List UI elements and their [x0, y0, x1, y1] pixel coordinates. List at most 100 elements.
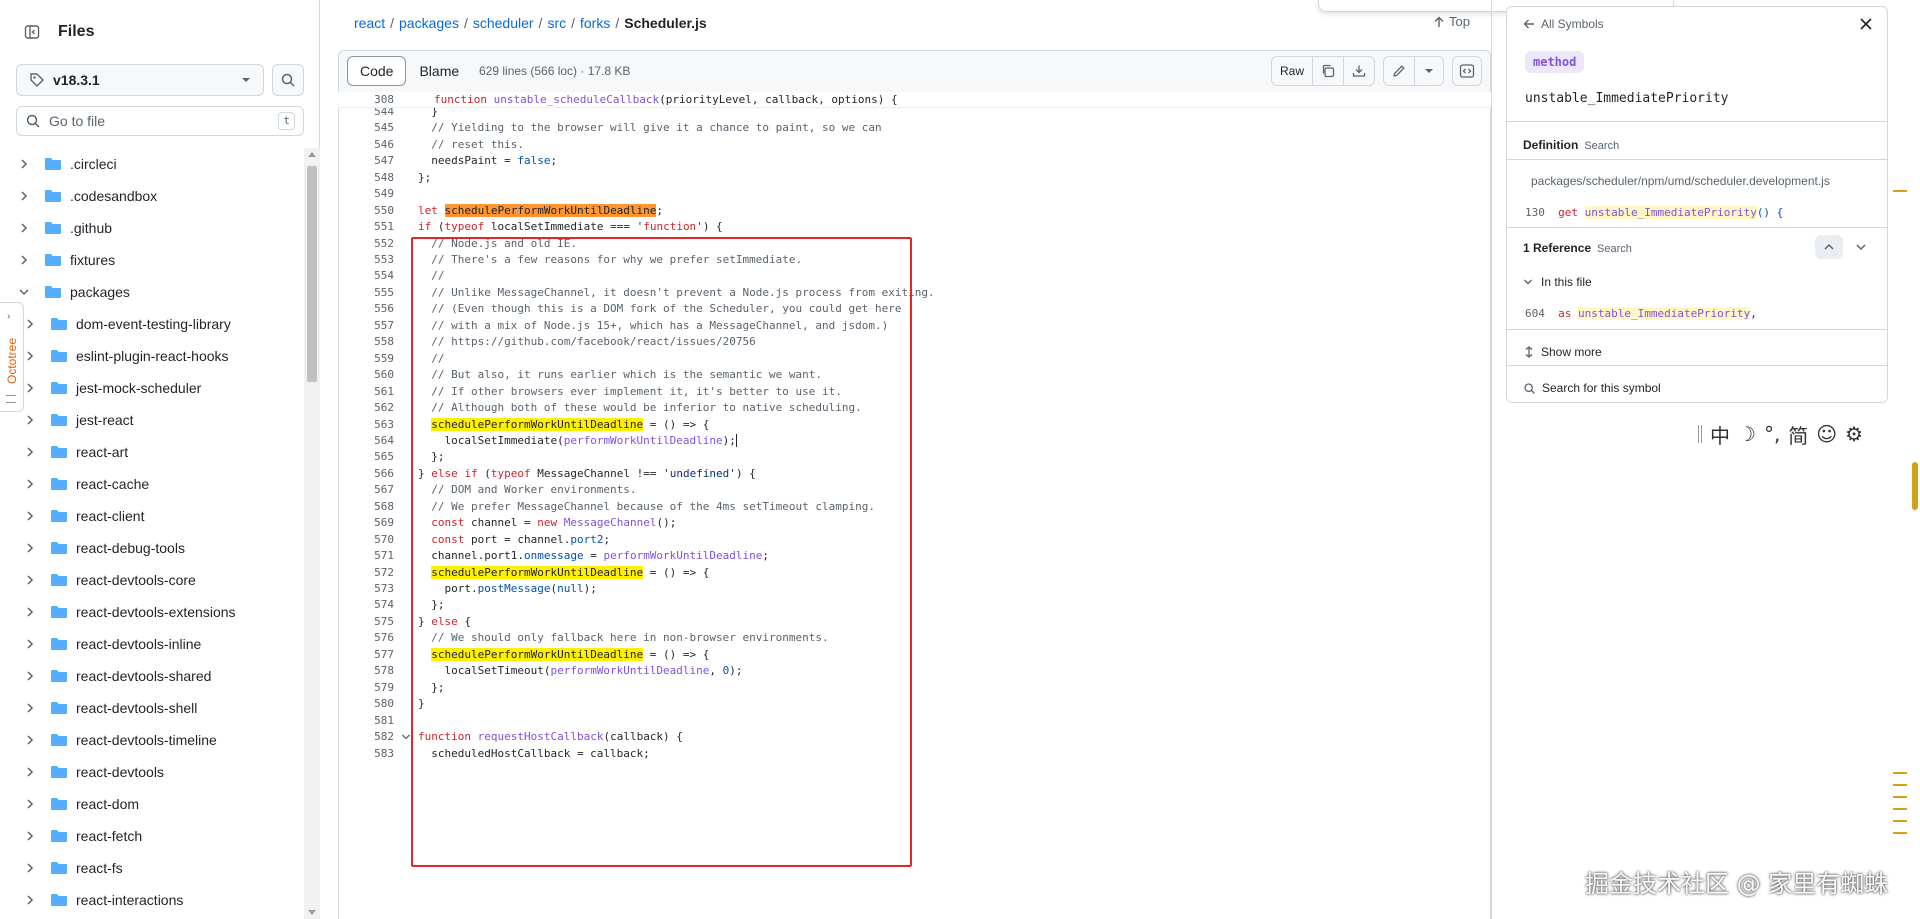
download-icon[interactable] — [1344, 57, 1374, 85]
line-number[interactable]: 555 — [338, 286, 394, 299]
tree-item-folder[interactable]: react-client — [0, 500, 300, 532]
tree-item-folder[interactable]: react-devtools-timeline — [0, 724, 300, 756]
scroll-down-arrow-icon[interactable] — [308, 910, 316, 915]
line-number[interactable]: 568 — [338, 500, 394, 513]
reference-code-line[interactable]: 604 as unstable_ImmediatePriority, — [1525, 307, 1757, 320]
chevron-right-icon[interactable] — [16, 222, 32, 234]
line-number[interactable]: 546 — [338, 138, 394, 151]
page-scroll-thumb[interactable] — [1912, 462, 1918, 510]
line-number[interactable]: 572 — [338, 566, 394, 579]
ime-simplified-mode[interactable]: 简 — [1788, 420, 1808, 449]
breadcrumb-link[interactable]: packages — [399, 15, 459, 31]
tree-item-folder[interactable]: react-art — [0, 436, 300, 468]
ime-settings-icon[interactable]: ⚙ — [1845, 422, 1863, 446]
breadcrumb-link[interactable]: src — [547, 15, 566, 31]
go-to-file-input[interactable]: Go to file t — [16, 106, 304, 136]
tree-item-folder[interactable]: packages — [0, 276, 300, 308]
chevron-right-icon[interactable] — [22, 350, 38, 362]
line-number[interactable]: 567 — [338, 483, 394, 496]
code-tab[interactable]: Code — [347, 56, 407, 86]
search-for-symbol-button[interactable]: Search for this symbol — [1523, 381, 1661, 395]
line-number[interactable]: 558 — [338, 335, 394, 348]
tree-item-folder[interactable]: .circleci — [0, 148, 300, 180]
line-number[interactable]: 549 — [338, 187, 394, 200]
line-number[interactable]: 571 — [338, 549, 394, 562]
chevron-right-icon[interactable] — [22, 798, 38, 810]
line-number[interactable]: 563 — [338, 418, 394, 431]
chevron-right-icon[interactable] — [22, 318, 38, 330]
tree-item-folder[interactable]: react-devtools-extensions — [0, 596, 300, 628]
tree-item-folder[interactable]: react-devtools-inline — [0, 628, 300, 660]
definition-file-path[interactable]: packages/scheduler/npm/umd/scheduler.dev… — [1531, 174, 1830, 188]
chevron-right-icon[interactable] — [22, 894, 38, 906]
tree-item-folder[interactable]: .codesandbox — [0, 180, 300, 212]
chevron-right-icon[interactable] — [16, 158, 32, 170]
back-to-top-link[interactable]: Top — [1433, 14, 1470, 29]
line-number[interactable]: 570 — [338, 533, 394, 546]
ime-emoji-icon[interactable]: ☺ — [1816, 422, 1837, 446]
line-number[interactable]: 556 — [338, 302, 394, 315]
ime-moon-icon[interactable]: ☽ — [1738, 422, 1756, 446]
chevron-right-icon[interactable] — [22, 478, 38, 490]
ime-punctuation-icon[interactable]: °, — [1764, 422, 1780, 446]
chevron-right-icon[interactable] — [22, 734, 38, 746]
tree-item-folder[interactable]: react-devtools — [0, 756, 300, 788]
chevron-right-icon[interactable] — [22, 382, 38, 394]
branch-selector-button[interactable]: v18.3.1 — [16, 64, 264, 96]
chevron-right-icon[interactable] — [22, 510, 38, 522]
tree-item-folder[interactable]: .github — [0, 212, 300, 244]
breadcrumb-link[interactable]: forks — [580, 15, 610, 31]
search-files-button[interactable] — [272, 64, 304, 96]
blame-tab[interactable]: Blame — [406, 56, 472, 86]
line-number[interactable]: 564 — [338, 434, 394, 447]
tree-item-folder[interactable]: react-devtools-core — [0, 564, 300, 596]
line-number[interactable]: 560 — [338, 368, 394, 381]
breadcrumb-link[interactable]: react — [354, 15, 385, 31]
line-number[interactable]: 550 — [338, 204, 394, 217]
line-number[interactable]: 553 — [338, 253, 394, 266]
line-number[interactable]: 580 — [338, 697, 394, 710]
breadcrumb-link[interactable]: scheduler — [473, 15, 534, 31]
all-symbols-link[interactable]: All Symbols — [1523, 17, 1604, 31]
chevron-right-icon[interactable] — [22, 638, 38, 650]
chevron-right-icon[interactable] — [16, 254, 32, 266]
fold-chevron-icon[interactable] — [394, 732, 418, 742]
tree-item-folder[interactable]: jest-react — [0, 404, 300, 436]
line-number[interactable]: 547 — [338, 154, 394, 167]
tree-item-folder[interactable]: dom-event-testing-library — [0, 308, 300, 340]
in-this-file-toggle[interactable]: In this file — [1523, 275, 1592, 289]
chevron-right-icon[interactable] — [22, 766, 38, 778]
line-number[interactable]: 545 — [338, 121, 394, 134]
chevron-down-icon[interactable] — [16, 286, 32, 298]
line-number[interactable]: 575 — [338, 615, 394, 628]
chevron-down-icon[interactable] — [1415, 57, 1443, 85]
line-number[interactable]: 562 — [338, 401, 394, 414]
collapse-sidebar-icon[interactable] — [16, 16, 48, 48]
line-number[interactable]: 566 — [338, 467, 394, 480]
code-line[interactable]: 583 scheduledHostCallback = callback; — [338, 743, 1491, 763]
line-number[interactable]: 552 — [338, 237, 394, 250]
line-number[interactable]: 557 — [338, 319, 394, 332]
chevron-right-icon[interactable] — [22, 414, 38, 426]
line-number[interactable]: 551 — [338, 220, 394, 233]
chevron-right-icon[interactable] — [16, 190, 32, 202]
line-number[interactable]: 569 — [338, 516, 394, 529]
line-number[interactable]: 561 — [338, 385, 394, 398]
line-number[interactable]: 577 — [338, 648, 394, 661]
tree-item-folder[interactable]: react-devtools-shell — [0, 692, 300, 724]
pencil-icon[interactable] — [1384, 57, 1415, 85]
line-number[interactable]: 578 — [338, 664, 394, 677]
line-number[interactable]: 574 — [338, 598, 394, 611]
ime-grip-icon[interactable] — [1698, 425, 1702, 443]
line-number[interactable]: 582 — [338, 730, 394, 743]
sidebar-scrollbar[interactable] — [304, 148, 320, 919]
ime-chinese-mode[interactable]: 中 — [1710, 420, 1730, 449]
tree-item-folder[interactable]: react-cache — [0, 468, 300, 500]
line-number[interactable]: 576 — [338, 631, 394, 644]
chevron-right-icon[interactable] — [22, 830, 38, 842]
tree-item-folder[interactable]: react-debug-tools — [0, 532, 300, 564]
chevron-right-icon[interactable] — [22, 702, 38, 714]
line-number[interactable]: 573 — [338, 582, 394, 595]
scroll-up-arrow-icon[interactable] — [308, 152, 316, 157]
chevron-right-icon[interactable] — [22, 862, 38, 874]
